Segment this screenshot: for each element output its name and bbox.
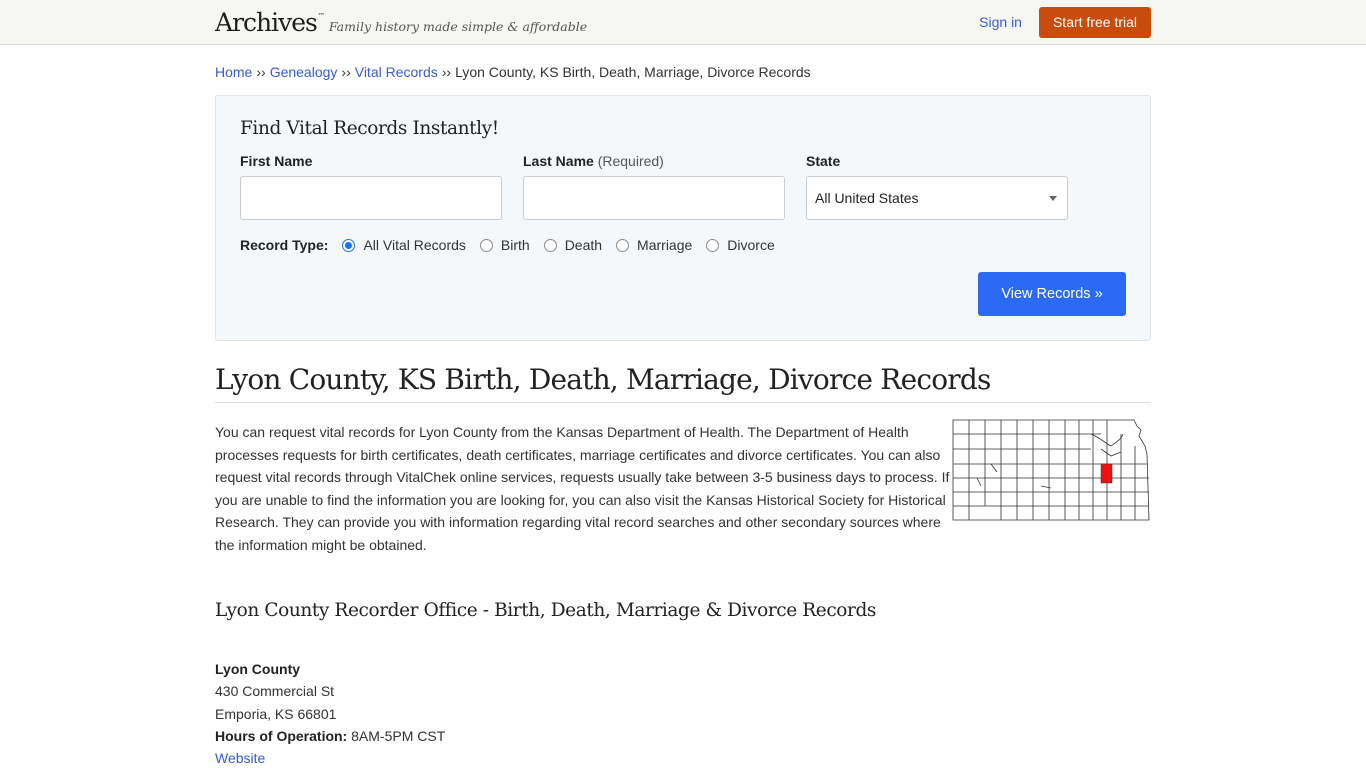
start-free-trial-button[interactable]: Start free trial: [1038, 6, 1151, 38]
state-selected-value: All United States: [815, 190, 919, 206]
page-title: Lyon County, KS Birth, Death, Marriage, …: [215, 363, 1151, 403]
top-navbar: Archives™ Family history made simple & a…: [0, 0, 1366, 45]
state-outline: [952, 419, 1150, 521]
archives-logo[interactable]: Archives™: [215, 10, 325, 35]
breadcrumb-vital-records[interactable]: Vital Records: [355, 64, 438, 80]
office-hours: Hours of Operation: 8AM-5PM CST: [215, 727, 446, 744]
sign-in-link[interactable]: Sign in: [979, 14, 1022, 30]
record-type-label: Record Type:: [240, 237, 329, 253]
view-records-button[interactable]: View Records »: [978, 272, 1126, 316]
last-name-label: Last Name (Required): [523, 153, 664, 169]
kansas-county-map: [952, 419, 1150, 521]
search-form: Find Vital Records Instantly! First Name…: [215, 95, 1151, 341]
radio-button[interactable]: [543, 238, 557, 252]
radio-birth[interactable]: Birth: [479, 237, 530, 253]
radio-divorce[interactable]: Divorce: [706, 237, 775, 253]
breadcrumb-genealogy[interactable]: Genealogy: [270, 64, 338, 80]
first-name-label: First Name: [240, 153, 313, 169]
chevron-down-icon: [1049, 195, 1057, 201]
lyon-county-highlight: [1100, 463, 1113, 484]
office-address-line2: Emporia, KS 66801: [215, 705, 337, 722]
breadcrumb: Home ›› Genealogy ›› Vital Records ›› Lyon Cou…: [215, 64, 811, 80]
radio-button[interactable]: [706, 238, 720, 252]
state-label: State: [806, 153, 841, 169]
radio-button[interactable]: [342, 238, 356, 252]
first-name-input[interactable]: [240, 176, 502, 220]
radio-all-vital-records[interactable]: All Vital Records: [342, 237, 466, 253]
breadcrumb-home[interactable]: Home: [215, 64, 252, 80]
office-details: Lyon County 430 Commercial St Emporia, K…: [215, 658, 1151, 768]
breadcrumb-current: Lyon County, KS Birth, Death, Marriage, …: [455, 64, 811, 80]
brand[interactable]: Archives™ Family history made simple & a…: [215, 10, 587, 35]
office-name: Lyon County: [215, 661, 301, 677]
radio-button[interactable]: [479, 238, 493, 252]
radio-marriage[interactable]: Marriage: [616, 237, 692, 253]
radio-button[interactable]: [616, 238, 630, 252]
office-address-line1: 430 Commercial St: [215, 683, 335, 700]
search-title: Find Vital Records Instantly!: [240, 118, 499, 139]
record-type-group: Record Type: All Vital Records Birth Dea…: [240, 237, 1126, 253]
tagline: Family history made simple & affordable: [328, 18, 588, 34]
radio-death[interactable]: Death: [543, 237, 602, 253]
state-select[interactable]: All United States: [806, 176, 1068, 220]
office-website-link[interactable]: Website: [215, 750, 265, 766]
intro-paragraph: You can request vital records for Lyon C…: [215, 424, 950, 553]
county-grid: [953, 420, 1149, 520]
recorder-office-heading: Lyon County Recorder Office - Birth, Dea…: [215, 600, 877, 621]
last-name-input[interactable]: [523, 176, 785, 220]
